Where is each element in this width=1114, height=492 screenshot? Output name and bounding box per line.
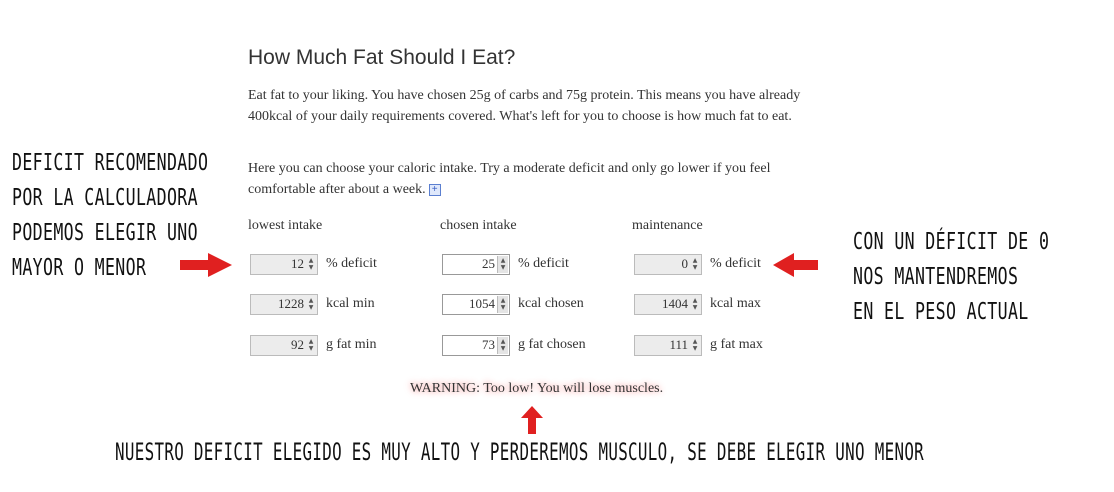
- annotation-line: EN EL PESO ACTUAL: [853, 299, 1029, 325]
- lowest-fat-input: 92 ▲ ▼: [250, 334, 318, 356]
- spinner-arrows-icon: ▲ ▼: [308, 338, 314, 352]
- chosen-kcal-field: 1054 ▲ ▼ kcal chosen: [442, 293, 584, 315]
- expand-info-icon[interactable]: +: [428, 184, 441, 196]
- lowest-fat-field: 92 ▲ ▼ g fat min: [250, 334, 377, 356]
- chosen-deficit-input[interactable]: 25 ▲ ▼: [442, 253, 510, 275]
- maintenance-fat-field: 111 ▲ ▼ g fat max: [634, 334, 763, 356]
- annotation-line: PODEMOS ELEGIR UNO: [12, 220, 198, 246]
- left-arrow-icon: [773, 253, 818, 277]
- maintenance-kcal-field: 1404 ▲ ▼ kcal max: [634, 293, 761, 315]
- spinner-arrows-icon: ▲ ▼: [308, 297, 314, 311]
- arrow-shape: [521, 406, 543, 434]
- spinner-arrows-icon: ▲ ▼: [692, 297, 698, 311]
- maintenance-deficit-field: 0 ▲ ▼ % deficit: [634, 253, 761, 275]
- spinner-arrows-icon: ▲ ▼: [692, 338, 698, 352]
- chosen-fat-field: 73 ▲ ▼ g fat chosen: [442, 334, 586, 356]
- spinner-arrows-icon[interactable]: ▲ ▼: [497, 295, 508, 313]
- spinner-arrows-icon: ▲ ▼: [308, 257, 314, 271]
- column-heading-maintenance: maintenance: [632, 218, 703, 233]
- annotation-line: CON UN DÉFICIT DE 0: [853, 229, 1050, 255]
- column-heading-lowest: lowest intake: [248, 218, 323, 233]
- lowest-fat-label: g fat min: [326, 337, 377, 352]
- chosen-fat-input[interactable]: 73 ▲ ▼: [442, 334, 510, 356]
- arrow-shape: [773, 253, 818, 277]
- maintenance-fat-input: 111 ▲ ▼: [634, 334, 702, 356]
- lowest-deficit-input: 12 ▲ ▼: [250, 253, 318, 275]
- chosen-kcal-input[interactable]: 1054 ▲ ▼: [442, 293, 510, 315]
- arrow-shape: [180, 253, 232, 277]
- page-title: How Much Fat Should I Eat?: [248, 46, 516, 69]
- chosen-fat-label: g fat chosen: [518, 337, 586, 352]
- spinner-arrows-icon[interactable]: ▲ ▼: [497, 336, 508, 354]
- right-arrow-icon: [180, 253, 232, 277]
- instruction-paragraph: Here you can choose your caloric intake.…: [248, 158, 818, 200]
- maintenance-kcal-label: kcal max: [710, 296, 761, 311]
- lowest-deficit-label: % deficit: [326, 256, 377, 271]
- maintenance-fat-label: g fat max: [710, 337, 763, 352]
- warning-message: WARNING: Too low! You will lose muscles.: [410, 381, 664, 396]
- chosen-deficit-field: 25 ▲ ▼ % deficit: [442, 253, 569, 275]
- intro-paragraph: Eat fat to your liking. You have chosen …: [248, 88, 801, 124]
- column-heading-chosen: chosen intake: [440, 218, 517, 233]
- lowest-kcal-label: kcal min: [326, 296, 375, 311]
- maintenance-deficit-label: % deficit: [710, 256, 761, 271]
- up-arrow-icon: [521, 406, 543, 434]
- maintenance-kcal-input: 1404 ▲ ▼: [634, 293, 702, 315]
- instruction-text: Here you can choose your caloric intake.…: [248, 161, 771, 197]
- spinner-arrows-icon: ▲ ▼: [692, 257, 698, 271]
- lowest-deficit-field: 12 ▲ ▼ % deficit: [250, 253, 377, 275]
- annotation-line: NOS MANTENDREMOS: [853, 264, 1019, 290]
- lowest-kcal-input: 1228 ▲ ▼: [250, 293, 318, 315]
- annotation-bottom: NUESTRO DEFICIT ELEGIDO ES MUY ALTO Y PE…: [115, 438, 925, 466]
- chosen-deficit-label: % deficit: [518, 256, 569, 271]
- maintenance-deficit-input: 0 ▲ ▼: [634, 253, 702, 275]
- annotation-line: DEFICIT RECOMENDADO: [12, 150, 209, 176]
- annotation-line: POR LA CALCULADORA: [12, 185, 198, 211]
- chosen-kcal-label: kcal chosen: [518, 296, 584, 311]
- spinner-arrows-icon[interactable]: ▲ ▼: [497, 255, 508, 273]
- lowest-kcal-field: 1228 ▲ ▼ kcal min: [250, 293, 375, 315]
- annotation-right: CON UN DÉFICIT DE 0 NOS MANTENDREMOS EN …: [853, 225, 1049, 330]
